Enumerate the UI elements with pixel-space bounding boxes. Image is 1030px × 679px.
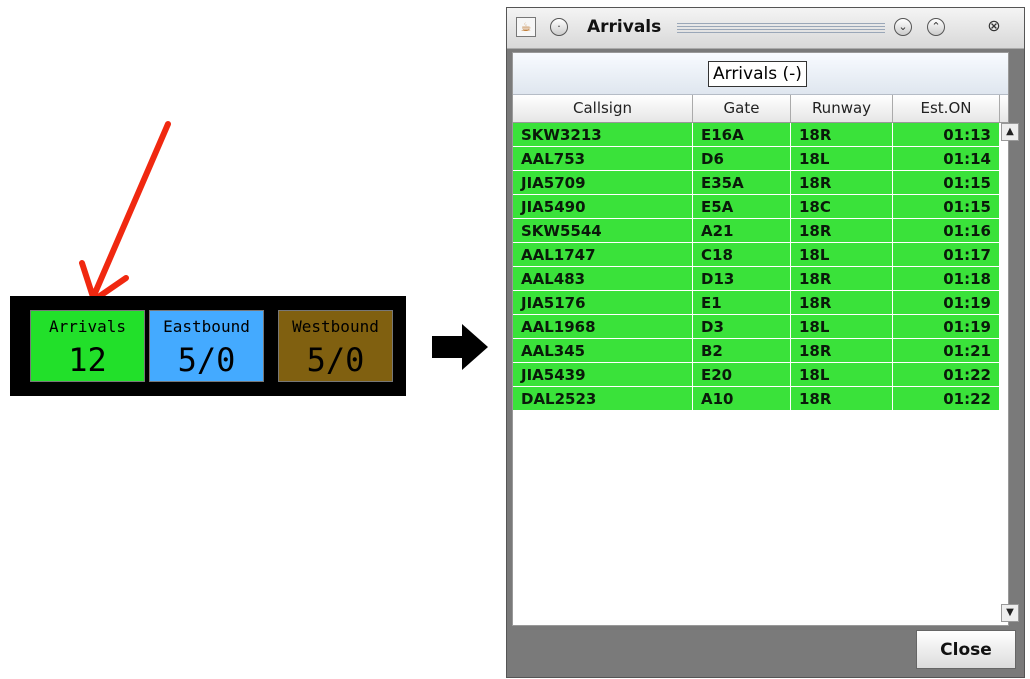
cell-est-on: 01:19 [893,291,1000,315]
table-row[interactable]: SKW5544 A21 18R 01:16 [513,219,1008,243]
cell-callsign: JIA5439 [513,363,693,387]
eastbound-tile[interactable]: Eastbound 5/0 [149,310,264,382]
scroll-up-button[interactable]: ▲ [1001,123,1019,141]
window-title: Arrivals [587,17,662,37]
cell-callsign: JIA5490 [513,195,693,219]
cell-est-on: 01:16 [893,219,1000,243]
column-header-runway[interactable]: Runway [791,95,893,122]
cell-callsign: AAL345 [513,339,693,363]
table-row[interactable]: JIA5709 E35A 18R 01:15 [513,171,1008,195]
table-row[interactable]: JIA5176 E1 18R 01:19 [513,291,1008,315]
cell-runway: 18R [791,171,893,195]
cell-est-on: 01:17 [893,243,1000,267]
cell-runway: 18R [791,123,893,147]
column-header-gate[interactable]: Gate [693,95,791,122]
arrivals-count: 12 [68,341,107,379]
table-row[interactable]: AAL753 D6 18L 01:14 [513,147,1008,171]
cell-gate: D3 [693,315,791,339]
title-grip [677,23,885,34]
cell-gate: B2 [693,339,791,363]
arrivals-label: Arrivals [48,317,127,336]
scroll-down-button[interactable]: ▼ [1001,604,1019,622]
java-icon[interactable]: ☕ [516,17,536,37]
cell-gate: D6 [693,147,791,171]
red-pointer-arrow [79,121,171,303]
cell-gate: E20 [693,363,791,387]
cell-runway: 18L [791,363,893,387]
cell-est-on: 01:15 [893,171,1000,195]
cell-gate: D13 [693,267,791,291]
cell-est-on: 01:15 [893,195,1000,219]
cell-gate: E1 [693,291,791,315]
cell-runway: 18R [791,387,893,411]
cell-callsign: DAL2523 [513,387,693,411]
cell-runway: 18L [791,243,893,267]
chevron-down-icon[interactable]: ⌄ [894,18,912,36]
cell-est-on: 01:13 [893,123,1000,147]
table-row[interactable]: AAL483 D13 18R 01:18 [513,267,1008,291]
cell-callsign: SKW3213 [513,123,693,147]
westbound-label: Westbound [292,317,379,336]
cell-runway: 18L [791,147,893,171]
cell-gate: C18 [693,243,791,267]
table-row[interactable]: JIA5439 E20 18L 01:22 [513,363,1008,387]
cell-runway: 18R [791,267,893,291]
cell-est-on: 01:21 [893,339,1000,363]
right-arrow-icon [432,324,488,370]
cell-runway: 18R [791,291,893,315]
cell-runway: 18C [791,195,893,219]
eastbound-count: 5/0 [177,341,236,379]
eastbound-label: Eastbound [163,317,250,336]
circle-menu-icon[interactable]: · [550,18,568,36]
table-title-bar: Arrivals (-) [513,53,1008,95]
cell-callsign: AAL1747 [513,243,693,267]
cell-est-on: 01:19 [893,315,1000,339]
arrivals-content: Arrivals (-) Callsign Gate Runway Est.ON… [512,52,1019,626]
column-header-est-on[interactable]: Est.ON [893,95,1000,122]
table-header: Callsign Gate Runway Est.ON [513,95,1008,123]
table-row[interactable]: AAL1747 C18 18L 01:17 [513,243,1008,267]
cell-runway: 18R [791,339,893,363]
westbound-count: 5/0 [306,341,365,379]
westbound-tile[interactable]: Westbound 5/0 [278,310,393,382]
cell-est-on: 01:18 [893,267,1000,291]
column-header-callsign[interactable]: Callsign [513,95,693,122]
cell-callsign: AAL753 [513,147,693,171]
table-row[interactable]: AAL1968 D3 18L 01:19 [513,315,1008,339]
cell-gate: A10 [693,387,791,411]
table-title: Arrivals (-) [708,61,807,87]
arrivals-window: ☕ · Arrivals ⌄ ⌃ ⊗ Arrivals (-) Callsign… [506,7,1025,678]
cell-callsign: AAL483 [513,267,693,291]
cell-est-on: 01:22 [893,363,1000,387]
chevron-up-icon[interactable]: ⌃ [927,18,945,36]
cell-gate: E35A [693,171,791,195]
cell-runway: 18R [791,219,893,243]
cell-runway: 18L [791,315,893,339]
cell-gate: A21 [693,219,791,243]
close-icon[interactable]: ⊗ [985,18,1003,36]
arrivals-tile[interactable]: Arrivals 12 [30,310,145,382]
close-button[interactable]: Close [916,630,1016,669]
table-row[interactable]: DAL2523 A10 18R 01:22 [513,387,1008,411]
cell-callsign: JIA5176 [513,291,693,315]
cell-est-on: 01:14 [893,147,1000,171]
cell-callsign: JIA5709 [513,171,693,195]
cell-callsign: SKW5544 [513,219,693,243]
cell-est-on: 01:22 [893,387,1000,411]
cell-callsign: AAL1968 [513,315,693,339]
table-row[interactable]: AAL345 B2 18R 01:21 [513,339,1008,363]
status-panel: Arrivals 12 Eastbound 5/0 Westbound 5/0 [10,296,406,396]
cell-gate: E5A [693,195,791,219]
cell-gate: E16A [693,123,791,147]
table-row[interactable]: SKW3213 E16A 18R 01:13 [513,123,1008,147]
table-row[interactable]: JIA5490 E5A 18C 01:15 [513,195,1008,219]
window-titlebar[interactable]: ☕ · Arrivals ⌄ ⌃ ⊗ [507,8,1024,49]
